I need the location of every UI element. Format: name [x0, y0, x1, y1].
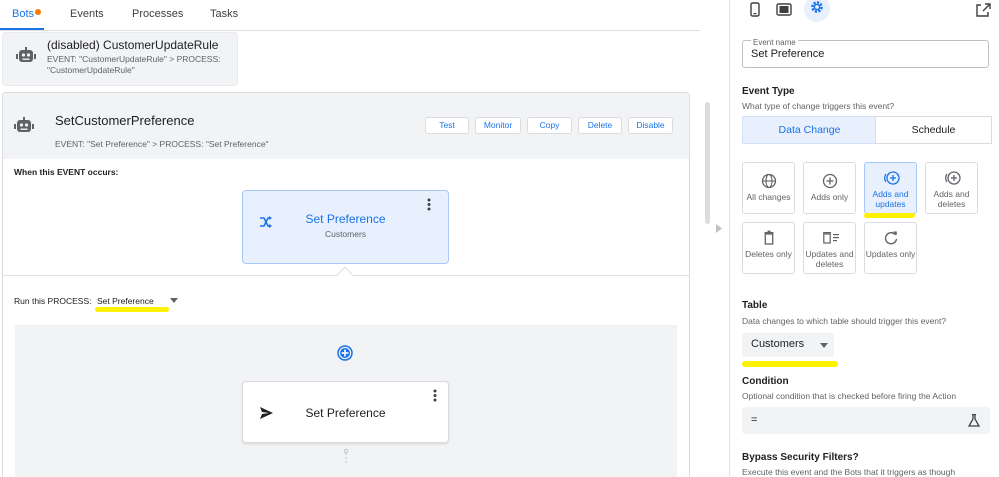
add-circle-icon: [944, 170, 961, 186]
tab-events[interactable]: Events: [70, 8, 104, 20]
copy-button[interactable]: Copy: [527, 117, 572, 134]
highlight-marker: [742, 361, 838, 367]
option-label: Deletes only: [745, 249, 792, 259]
option-label: Adds and deletes: [933, 189, 970, 209]
option-label: Updates and deletes: [805, 249, 854, 269]
process-dropdown-value: Set Preference: [97, 296, 154, 306]
event-name-value: Set Preference: [751, 48, 825, 60]
event-name-label: Event name: [751, 38, 798, 47]
option-all-changes[interactable]: All changes: [742, 162, 795, 214]
disabled-bot-subtitle: EVENT: "CustomerUpdateRule" > PROCESS: "…: [47, 54, 221, 75]
expand-arrow-icon[interactable]: [716, 224, 722, 233]
disabled-bot-title: (disabled) CustomerUpdateRule: [47, 38, 219, 52]
flask-icon[interactable]: [968, 414, 980, 427]
trash-icon: [761, 230, 777, 246]
process-dropdown[interactable]: Set Preference: [97, 296, 154, 306]
monitor-button[interactable]: Monitor: [475, 117, 521, 134]
event-name-field[interactable]: Event name Set Preference: [742, 38, 989, 68]
tab-tasks[interactable]: Tasks: [210, 8, 238, 20]
segment-schedule[interactable]: Schedule: [875, 116, 992, 144]
connector-notch: [336, 266, 354, 284]
more-vert-icon[interactable]: [427, 198, 431, 211]
option-deletes-only[interactable]: Deletes only: [742, 222, 795, 274]
table-dropdown-value: Customers: [751, 338, 805, 350]
option-label: Adds and updates: [872, 189, 909, 209]
test-button[interactable]: Test: [425, 117, 469, 134]
globe-icon: [761, 173, 777, 189]
add-circle-icon: [822, 173, 838, 189]
settings-gear-icon[interactable]: [804, 0, 830, 22]
dropdown-arrow-icon: [820, 343, 828, 348]
process-step-card[interactable]: Set Preference: [242, 381, 449, 443]
open-external-icon[interactable]: [970, 0, 996, 22]
option-adds-and-updates[interactable]: Adds and updates: [864, 162, 917, 214]
scrollbar[interactable]: [705, 102, 710, 224]
option-label: Adds only: [810, 192, 849, 202]
mobile-view-icon[interactable]: [742, 0, 768, 22]
highlight-marker: [864, 213, 915, 218]
bot-header: SetCustomerPreference EVENT: "Set Prefer…: [3, 93, 689, 159]
table-title: Table: [742, 300, 768, 311]
event-card-subtitle: Customers: [324, 229, 367, 239]
bots-pane: Bots Events Processes Tasks (disabled) C…: [0, 0, 710, 477]
robot-icon: [14, 117, 34, 135]
table-dropdown[interactable]: Customers: [742, 333, 834, 357]
active-tab-indicator: [0, 28, 44, 30]
tab-bots[interactable]: Bots: [12, 8, 34, 20]
option-adds-only[interactable]: Adds only: [803, 162, 856, 214]
event-type-desc: What type of change triggers this event?: [742, 101, 895, 111]
add-step-icon[interactable]: [337, 345, 353, 361]
trash-list-icon: [822, 230, 839, 246]
condition-desc: Optional condition that is checked befor…: [742, 391, 957, 401]
add-circle-refresh-icon: [883, 170, 900, 186]
option-updates-only[interactable]: Updates only: [864, 222, 917, 274]
condition-title: Condition: [742, 376, 789, 387]
disable-button[interactable]: Disable: [628, 117, 673, 134]
option-adds-and-deletes[interactable]: Adds and deletes: [925, 162, 978, 214]
event-card[interactable]: Set Preference Customers: [242, 190, 449, 264]
connector-dots: [343, 449, 349, 465]
dropdown-arrow-icon[interactable]: [170, 298, 178, 303]
process-step-title: Set Preference: [305, 406, 386, 420]
tab-processes[interactable]: Processes: [132, 8, 183, 20]
condition-value: =: [751, 414, 758, 426]
tab-bar: Bots Events Processes Tasks: [0, 0, 700, 31]
tablet-view-icon[interactable]: [771, 0, 797, 22]
event-card-title: Set Preference: [305, 212, 386, 226]
condition-expression-field[interactable]: =: [742, 407, 990, 434]
highlight-marker: [95, 307, 169, 312]
table-desc: Data changes to which table should trigg…: [742, 316, 947, 326]
when-event-label: When this EVENT occurs:: [14, 167, 119, 177]
event-type-title: Event Type: [742, 86, 795, 97]
option-label: Updates only: [865, 249, 916, 259]
bot-title: SetCustomerPreference: [55, 113, 195, 128]
disabled-bot-card[interactable]: (disabled) CustomerUpdateRule EVENT: "Cu…: [2, 32, 238, 86]
bypass-title: Bypass Security Filters?: [742, 452, 859, 463]
more-vert-icon[interactable]: [433, 389, 437, 402]
delete-button[interactable]: Delete: [578, 117, 622, 134]
option-label: All changes: [746, 192, 791, 202]
bot-subtitle: EVENT: "Set Preference" > PROCESS: "Set …: [55, 139, 269, 149]
refresh-icon: [883, 230, 899, 246]
option-updates-and-deletes[interactable]: Updates and deletes: [803, 222, 856, 274]
robot-icon: [16, 47, 36, 65]
bot-card: SetCustomerPreference EVENT: "Set Prefer…: [2, 92, 690, 477]
notification-dot: [35, 9, 41, 15]
segment-data-change[interactable]: Data Change: [742, 116, 877, 144]
run-process-label: Run this PROCESS:: [14, 296, 92, 306]
